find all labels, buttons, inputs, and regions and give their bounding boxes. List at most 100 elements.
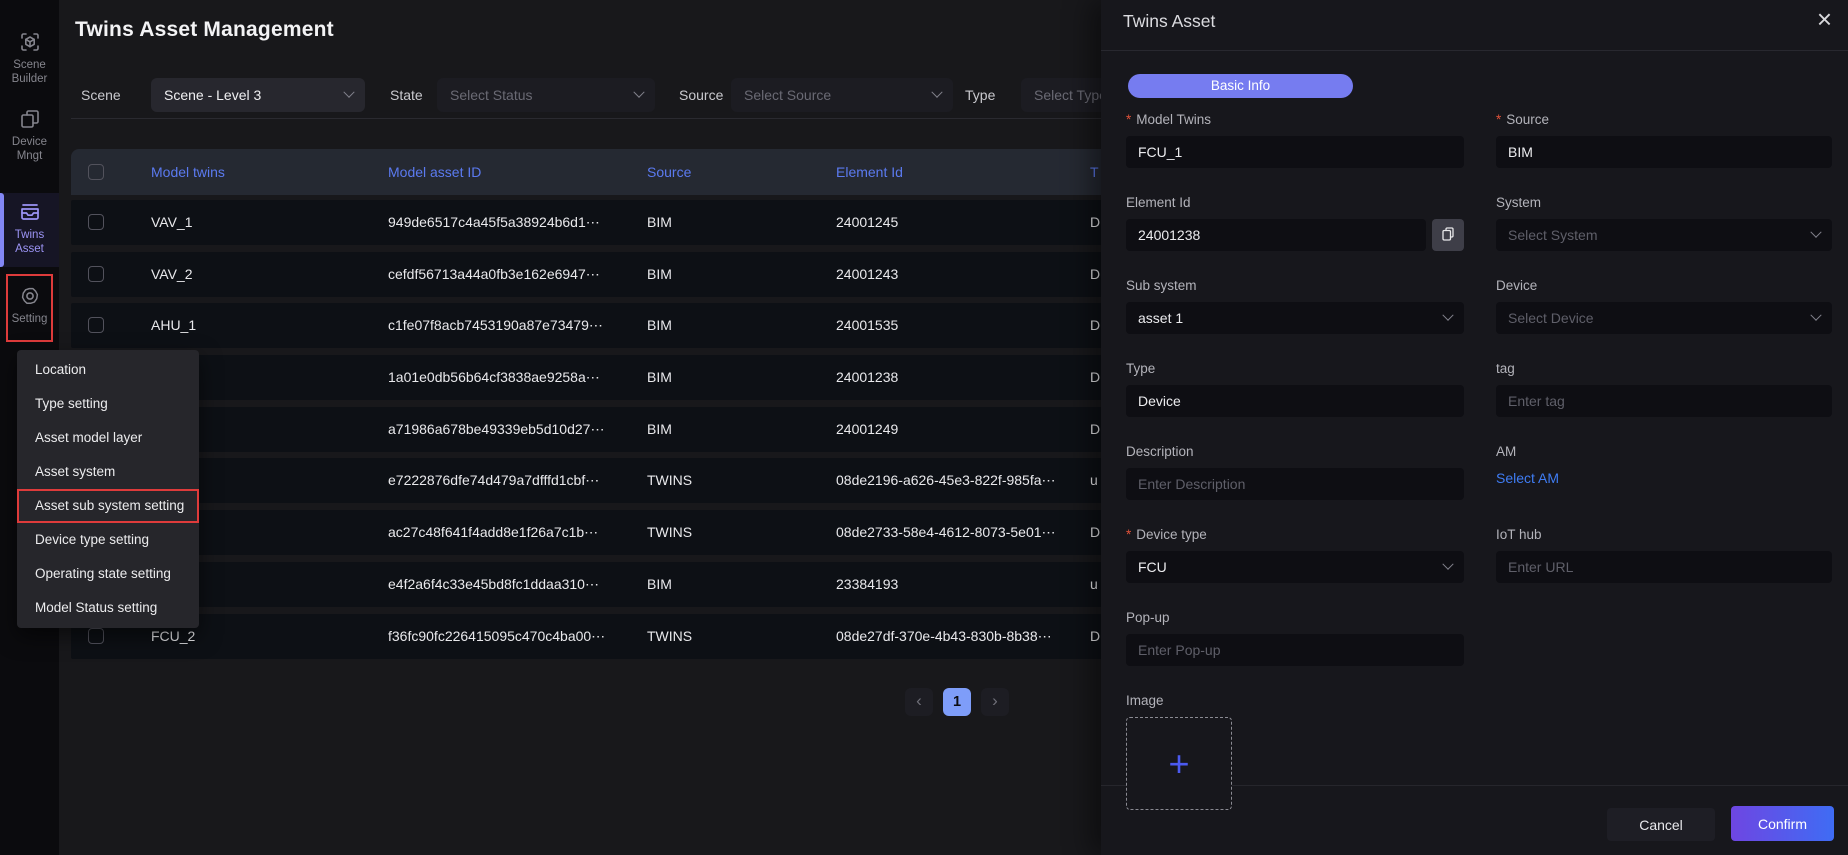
field-am: AM Select AM (1496, 444, 1832, 527)
field-label: Source (1506, 112, 1549, 127)
field-label: Sub system (1126, 278, 1464, 293)
sidebar-item-label: Setting (0, 312, 59, 326)
copy-button[interactable] (1432, 219, 1464, 251)
select-am-link[interactable]: Select AM (1496, 470, 1559, 486)
panel-form-left-column: *Model Twins Element Id (1126, 112, 1464, 776)
column-header-source[interactable]: Source (647, 149, 691, 195)
menu-item-asset-system[interactable]: Asset system (17, 455, 199, 489)
menu-item-location[interactable]: Location (17, 353, 199, 387)
setting-popup-menu: Location Type setting Asset model layer … (17, 350, 199, 628)
setting-gear-icon (0, 284, 59, 308)
sub-system-select[interactable]: asset 1 (1126, 302, 1464, 334)
sidebar-item-scene-builder[interactable]: Scene Builder (0, 30, 59, 86)
column-header-model-twins[interactable]: Model twins (151, 149, 225, 195)
row-checkbox[interactable] (88, 317, 104, 333)
column-header-model-asset-id[interactable]: Model asset ID (388, 149, 481, 195)
status-select-placeholder: Select Status (450, 87, 627, 103)
plus-icon: + (1168, 746, 1189, 782)
field-label: AM (1496, 444, 1832, 459)
tab-basic-info[interactable]: Basic Info (1128, 74, 1353, 98)
close-icon[interactable]: × (1817, 4, 1832, 34)
menu-item-type-setting[interactable]: Type setting (17, 387, 199, 421)
chevron-down-icon (1810, 310, 1821, 321)
field-popup: Pop-up (1126, 610, 1464, 693)
cell-element-id: 24001245 (836, 200, 898, 245)
element-id-input[interactable] (1126, 219, 1426, 251)
tag-input[interactable] (1496, 385, 1832, 417)
cell-type-clipped: D (1090, 510, 1100, 555)
source-select[interactable]: Select Source (731, 78, 953, 112)
field-label: Device type (1136, 527, 1207, 542)
field-sub-system: Sub system asset 1 (1126, 278, 1464, 361)
field-label: tag (1496, 361, 1832, 376)
field-label: Model Twins (1136, 112, 1211, 127)
image-upload-box[interactable]: + (1126, 717, 1232, 810)
cell-type-clipped: D (1090, 614, 1100, 659)
system-placeholder: Select System (1508, 227, 1804, 243)
device-select[interactable]: Select Device (1496, 302, 1832, 334)
cell-model-asset-id: e4f2a6f4c33e45bd8fc1ddaa310⋯ (388, 562, 599, 607)
device-placeholder: Select Device (1508, 310, 1804, 326)
cell-source: BIM (647, 562, 672, 607)
chevron-down-icon (931, 87, 942, 98)
model-twins-input[interactable] (1126, 136, 1464, 168)
cell-source: TWINS (647, 510, 692, 555)
device-type-select[interactable]: FCU (1126, 551, 1464, 583)
menu-item-device-type-setting[interactable]: Device type setting (17, 523, 199, 557)
row-checkbox[interactable] (88, 266, 104, 282)
pagination-next-button[interactable]: › (981, 688, 1009, 716)
cell-model-asset-id: ac27c48f641f4add8e1f26a7c1b⋯ (388, 510, 598, 555)
cell-type-clipped: u (1090, 562, 1098, 607)
pagination-prev-button[interactable]: ‹ (905, 688, 933, 716)
cell-element-id: 08de2733-58e4-4612-8073-5e01⋯ (836, 510, 1056, 555)
column-header-element-id[interactable]: Element Id (836, 149, 903, 195)
cancel-button[interactable]: Cancel (1607, 808, 1715, 841)
menu-item-model-status-setting[interactable]: Model Status setting (17, 591, 199, 625)
filter-label-type: Type (965, 87, 995, 103)
required-asterisk: * (1496, 112, 1501, 127)
cell-model-twins: AHU_1 (151, 303, 196, 348)
field-iot-hub: IoT hub (1496, 527, 1832, 610)
menu-item-asset-sub-system-setting[interactable]: Asset sub system setting (17, 489, 199, 523)
sidebar-item-setting[interactable]: Setting (0, 284, 59, 326)
confirm-button[interactable]: Confirm (1731, 806, 1834, 841)
row-checkbox[interactable] (88, 628, 104, 644)
cell-element-id: 24001535 (836, 303, 898, 348)
panel-title: Twins Asset (1123, 11, 1215, 32)
field-label: Pop-up (1126, 610, 1464, 625)
column-header-type-clipped[interactable]: T (1090, 149, 1099, 195)
menu-item-operating-state-setting[interactable]: Operating state setting (17, 557, 199, 591)
chevron-down-icon (343, 87, 354, 98)
cell-type-clipped: D (1090, 252, 1100, 297)
cell-model-asset-id: cefdf56713a44a0fb3e162e6947⋯ (388, 252, 600, 297)
pagination-page-1[interactable]: 1 (943, 688, 971, 716)
source-input[interactable] (1496, 136, 1832, 168)
popup-input[interactable] (1126, 634, 1464, 666)
field-label: System (1496, 195, 1832, 210)
field-description: Description (1126, 444, 1464, 527)
cell-element-id: 08de27df-370e-4b43-830b-8b38⋯ (836, 614, 1052, 659)
sidebar-item-device-mngt[interactable]: Device Mngt (0, 107, 59, 163)
cell-type-clipped: D (1090, 355, 1100, 400)
field-model-twins: *Model Twins (1126, 112, 1464, 195)
cell-model-asset-id: a71986a678be49339eb5d10d27⋯ (388, 407, 604, 452)
cell-source: BIM (647, 355, 672, 400)
field-image: Image + (1126, 693, 1464, 776)
required-asterisk: * (1126, 527, 1131, 542)
cell-element-id: 24001238 (836, 355, 898, 400)
menu-item-asset-model-layer[interactable]: Asset model layer (17, 421, 199, 455)
cell-element-id: 08de2196-a626-45e3-822f-985fa⋯ (836, 458, 1056, 503)
scene-select[interactable]: Scene - Level 3 (151, 78, 365, 112)
description-input[interactable] (1126, 468, 1464, 500)
type-input[interactable] (1126, 385, 1464, 417)
twins-asset-icon (0, 200, 59, 224)
select-all-checkbox[interactable] (88, 164, 104, 180)
status-select[interactable]: Select Status (437, 78, 655, 112)
iot-hub-input[interactable] (1496, 551, 1832, 583)
sidebar-item-twins-asset[interactable]: Twins Asset (0, 200, 59, 256)
system-select[interactable]: Select System (1496, 219, 1832, 251)
row-checkbox[interactable] (88, 214, 104, 230)
cell-type-clipped: D (1090, 407, 1100, 452)
field-label: Image (1126, 693, 1464, 708)
sidebar-item-label: Device Mngt (0, 135, 59, 163)
